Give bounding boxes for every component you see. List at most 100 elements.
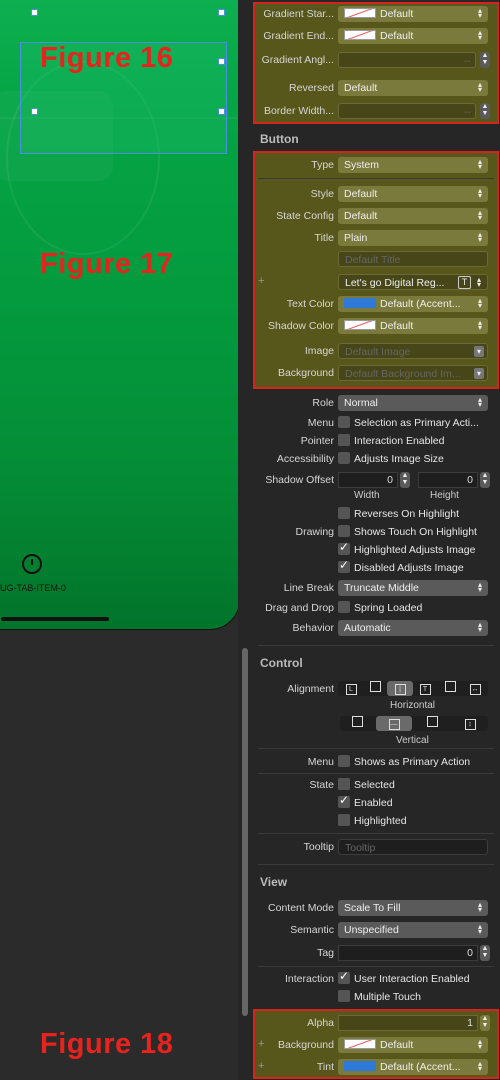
selected-checkbox[interactable] [338, 778, 350, 790]
tag-field[interactable]: 0 [338, 945, 478, 961]
control-menu-label: Menu [307, 756, 334, 768]
tab-item-label: UG-TAB-ITEM-0 [0, 583, 66, 593]
add-variation-icon[interactable]: + [258, 1060, 264, 1072]
resize-handle[interactable] [218, 108, 225, 115]
multiple-touch-checkbox[interactable] [338, 990, 350, 1002]
clock-icon[interactable] [22, 554, 42, 574]
title-popup[interactable]: Plain ▴ ▾ [338, 230, 488, 246]
reversed-popup[interactable]: Default ▴ ▾ [338, 80, 488, 96]
alpha-field[interactable]: 1 [338, 1015, 478, 1031]
title-text-row: + Let's go Digital Reg... T ▴ ▾ [252, 273, 500, 291]
shows-primary-action-checkbox[interactable] [338, 755, 350, 767]
user-interaction-checkbox[interactable] [338, 969, 350, 984]
shadow-color-row: Shadow Color Default ▴ ▾ [252, 317, 500, 335]
default-title-field[interactable]: Default Title [338, 251, 488, 267]
style-popup[interactable]: Default ▴ ▾ [338, 186, 488, 202]
shadow-color-popup[interactable]: Default ▴ ▾ [338, 318, 488, 334]
shows-primary-action-label: Shows as Primary Action [354, 756, 471, 768]
gradient-end-popup[interactable]: Default ▴ ▾ [338, 28, 488, 44]
pointer-checkbox[interactable] [338, 434, 350, 446]
canvas-area[interactable]: UG-TAB-ITEM-0 [0, 0, 240, 1080]
highlighted-checkbox[interactable] [338, 814, 350, 826]
accessibility-row: Accessibility Adjusts Image Size [252, 450, 500, 468]
image-label: Image [304, 345, 334, 357]
tooltip-field[interactable]: Tooltip [338, 839, 488, 855]
border-width-value: -- [464, 106, 471, 118]
primary-action-checkbox[interactable] [338, 416, 350, 428]
align-fill-icon[interactable]: | [387, 681, 413, 696]
color-swatch-icon [344, 8, 376, 19]
enabled-checkbox[interactable] [338, 793, 350, 808]
line-break-popup[interactable]: Truncate Middle ▴ ▾ [338, 580, 488, 596]
gradient-angle-stepper[interactable]: ▲ ▼ [480, 52, 490, 68]
figure-16-label: Figure 16 [40, 42, 174, 74]
gradient-end-row: Gradient End... Default ▴ ▾ [252, 27, 500, 45]
resize-handle[interactable] [218, 58, 225, 65]
accessibility-label: Accessibility [276, 453, 334, 465]
add-variation-icon[interactable]: + [258, 1038, 264, 1050]
background-image-placeholder: Default Background Im... [345, 368, 461, 380]
alpha-stepper[interactable]: ▲ ▼ [480, 1015, 490, 1031]
title-text-field[interactable]: Let's go Digital Reg... T ▴ ▾ [338, 274, 488, 290]
semantic-popup[interactable]: Unspecified ▴ ▾ [338, 922, 488, 938]
tag-row: Tag 0 ▲ ▼ [252, 944, 500, 962]
text-style-icon[interactable]: T [458, 276, 471, 289]
line-break-label: Line Break [283, 582, 334, 594]
border-width-field[interactable]: -- [338, 103, 476, 119]
valign-center-icon[interactable]: — [376, 716, 412, 731]
spring-loaded-checkbox[interactable] [338, 601, 350, 613]
shadow-color-label: Shadow Color [268, 320, 334, 332]
scrollbar[interactable] [242, 648, 248, 1016]
shadow-height-field[interactable]: 0 [418, 472, 478, 488]
chevron-updown-icon: ▴ ▾ [477, 900, 482, 914]
highlighted-adjusts-checkbox[interactable] [338, 540, 350, 555]
text-color-popup[interactable]: Default (Accent... ▴ ▾ [338, 296, 488, 312]
color-swatch-icon [344, 298, 376, 309]
gradient-angle-field[interactable]: -- [338, 52, 476, 68]
align-top-icon[interactable]: T [412, 681, 438, 696]
background-image-label: Background [277, 367, 334, 379]
type-popup[interactable]: System ▴ ▾ [338, 157, 488, 173]
chevron-down-icon[interactable]: ▾ [474, 368, 484, 379]
shadow-width-stepper[interactable]: ▲ ▼ [400, 472, 410, 488]
content-mode-popup[interactable]: Scale To Fill ▴ ▾ [338, 900, 488, 916]
shadow-height-stepper[interactable]: ▲ ▼ [480, 472, 490, 488]
gradient-start-popup[interactable]: Default ▴ ▾ [338, 6, 488, 22]
background-image-row: Background Default Background Im... ▾ [252, 364, 500, 382]
state-config-row: State Config Default ▴ ▾ [252, 207, 500, 225]
control-menu-row: Menu Shows as Primary Action [252, 753, 500, 771]
tag-stepper[interactable]: ▲ ▼ [480, 945, 490, 961]
image-combo[interactable]: Default Image ▾ [338, 343, 488, 359]
align-left-icon[interactable]: L [338, 681, 364, 696]
adjusts-image-size-checkbox[interactable] [338, 452, 350, 464]
resize-handle[interactable] [31, 108, 38, 115]
add-variation-icon[interactable]: + [258, 275, 264, 287]
alignment-row: Alignment L | T ↔ [252, 680, 500, 698]
reverses-checkbox[interactable] [338, 507, 350, 519]
role-popup[interactable]: Normal ▴ ▾ [338, 395, 488, 411]
resize-handle[interactable] [218, 9, 225, 16]
view-background-popup[interactable]: Default ▴ ▾ [338, 1037, 488, 1053]
valign-top-icon[interactable] [342, 716, 372, 731]
default-title-placeholder: Default Title [345, 254, 401, 266]
tint-popup[interactable]: Default (Accent... ▴ ▾ [338, 1059, 488, 1075]
behavior-popup[interactable]: Automatic ▴ ▾ [338, 620, 488, 636]
state-highlighted-row: Highlighted [252, 812, 500, 830]
valign-fill-icon[interactable]: ↕ [454, 716, 486, 731]
valign-bottom-icon[interactable] [416, 716, 448, 731]
shows-touch-checkbox[interactable] [338, 525, 350, 537]
align-center-icon[interactable] [362, 681, 388, 696]
background-image-combo[interactable]: Default Background Im... ▾ [338, 365, 488, 381]
style-label: Style [310, 188, 334, 200]
shadow-width-field[interactable]: 0 [338, 472, 398, 488]
border-width-stepper[interactable]: ▲ ▼ [480, 103, 490, 119]
highlighted-adjusts-row: Highlighted Adjusts Image [252, 540, 500, 559]
chevron-down-icon[interactable]: ▾ [474, 346, 484, 357]
role-row: Role Normal ▴ ▾ [252, 394, 500, 412]
resize-handle[interactable] [31, 9, 38, 16]
disabled-adjusts-checkbox[interactable] [338, 558, 350, 573]
state-config-popup[interactable]: Default ▴ ▾ [338, 208, 488, 224]
align-stretch-icon[interactable]: ↔ [462, 681, 488, 696]
pointer-row: Pointer Interaction Enabled [252, 432, 500, 450]
align-right-icon[interactable] [437, 681, 463, 696]
